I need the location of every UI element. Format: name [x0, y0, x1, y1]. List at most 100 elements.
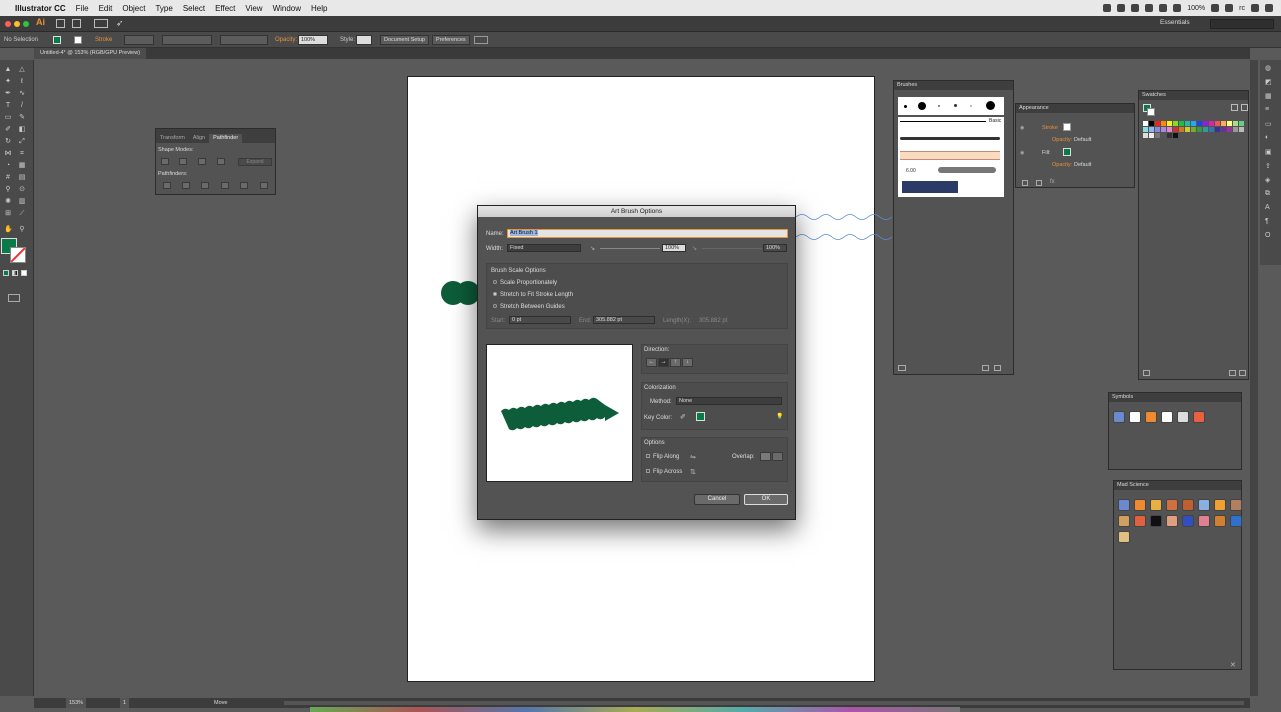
grid-view-icon[interactable] [1241, 104, 1248, 111]
zoom-window-button[interactable] [23, 21, 29, 27]
bristle-brush[interactable] [938, 167, 996, 173]
stroke-color-swatch[interactable] [10, 247, 26, 263]
direction-up-button[interactable]: ↑ [670, 358, 681, 367]
headphones-icon[interactable] [1145, 4, 1154, 12]
zoom-level-field[interactable]: 153% [66, 698, 87, 708]
symbol-splatter-icon[interactable] [1129, 411, 1141, 423]
notification-icon[interactable] [1103, 4, 1112, 12]
add-stroke-icon[interactable] [1022, 180, 1028, 186]
brush-dot-xl[interactable] [986, 101, 995, 110]
selection-tool-icon[interactable]: ▲ [4, 66, 12, 74]
battery-icon[interactable] [1211, 4, 1220, 12]
gradient-tool-icon[interactable]: ▤ [18, 174, 26, 182]
unite-button[interactable] [161, 158, 169, 165]
fill-attribute-swatch[interactable] [1063, 148, 1071, 156]
search-help-input[interactable] [1210, 19, 1274, 29]
swatches-stroke-indicator[interactable] [1147, 108, 1155, 116]
graphic-style-dropdown[interactable] [356, 35, 372, 45]
arrange-documents-icon[interactable] [94, 19, 108, 28]
intersect-button[interactable] [198, 158, 206, 165]
opacity-label[interactable]: Opacity: [275, 37, 297, 43]
slice-tool-icon[interactable]: ⟋ [18, 210, 26, 218]
direction-down-button[interactable]: ↓ [682, 358, 693, 367]
brush-dot-faint[interactable] [970, 105, 972, 107]
vertical-scrollbar[interactable] [1250, 60, 1258, 696]
stretch-between-guides-radio[interactable]: Stretch Between Guides [493, 304, 565, 310]
stroke-opacity-link[interactable]: Opacity: [1052, 137, 1072, 143]
character-panel-icon[interactable]: A [1265, 204, 1270, 211]
swatch-chip[interactable] [1209, 121, 1214, 126]
stroke-swatch[interactable] [74, 36, 82, 44]
workspace-switcher[interactable]: Essentials [1160, 19, 1190, 26]
direction-left-button[interactable]: ← [646, 358, 657, 367]
swatch-chip[interactable] [1173, 121, 1178, 126]
swatch-chip[interactable] [1155, 127, 1160, 132]
minus-front-button[interactable] [179, 158, 187, 165]
swatch-chip[interactable] [1197, 127, 1202, 132]
expand-button[interactable]: Expand [238, 158, 272, 166]
brush-dot-large[interactable] [918, 102, 926, 110]
flip-along-checkbox[interactable]: Flip Along [646, 454, 679, 460]
mad-science-symbol-icon[interactable] [1230, 499, 1242, 511]
close-panel-icon[interactable]: ✕ [1230, 661, 1236, 669]
wifi-icon[interactable] [1225, 4, 1234, 12]
max-width-percent-input[interactable]: 100% [763, 244, 787, 252]
gradient-panel-icon[interactable]: ▭ [1265, 120, 1272, 128]
add-fill-icon[interactable] [1036, 180, 1042, 186]
stroke-panel-icon[interactable]: ≡ [1265, 106, 1269, 113]
width-percent-input[interactable]: 100% [662, 244, 686, 252]
mad-science-symbol-icon[interactable] [1134, 499, 1146, 511]
free-transform-tool-icon[interactable]: ⌗ [18, 150, 26, 158]
start-input[interactable]: 0 pt [509, 316, 571, 324]
swatch-chip[interactable] [1209, 127, 1214, 132]
mad-science-symbol-icon[interactable] [1118, 515, 1130, 527]
shaper-tool-icon[interactable]: ✐ [4, 126, 12, 134]
app-menu[interactable]: Illustrator CC [10, 4, 71, 13]
menu-type[interactable]: Type [150, 4, 177, 13]
mad-science-symbol-icon[interactable] [1182, 499, 1194, 511]
menu-select[interactable]: Select [178, 4, 210, 13]
magic-wand-tool-icon[interactable]: ✦ [4, 78, 12, 86]
rotate-tool-icon[interactable]: ↻ [4, 138, 12, 146]
lasso-tool-icon[interactable]: ℓ [18, 78, 26, 86]
color-panel-icon[interactable]: ◍ [1265, 64, 1271, 72]
swatch-chip[interactable] [1239, 121, 1244, 126]
graphic-styles-icon[interactable]: ▣ [1265, 148, 1272, 156]
stretch-to-fit-radio[interactable]: Stretch to Fit Stroke Length [493, 292, 573, 298]
trim-button[interactable] [182, 182, 190, 189]
brush-dot-tiny[interactable] [938, 105, 940, 107]
mad-science-symbol-icon[interactable] [1150, 499, 1162, 511]
swatch-chip[interactable] [1203, 127, 1208, 132]
swatch-chip[interactable] [1143, 133, 1148, 138]
shape-builder-tool-icon[interactable]: ◔ [4, 162, 12, 170]
eyedropper-tool-icon[interactable]: ⚲ [4, 186, 12, 194]
swatch-chip[interactable] [1173, 127, 1178, 132]
horizontal-scrollbar[interactable] [284, 701, 1244, 705]
swatch-chip[interactable] [1227, 121, 1232, 126]
swatch-chip[interactable] [1215, 121, 1220, 126]
perspective-grid-tool-icon[interactable]: ▦ [18, 162, 26, 170]
list-view-icon[interactable] [1231, 104, 1238, 111]
brush-dot-medium[interactable] [954, 104, 957, 107]
swatch-chip[interactable] [1149, 127, 1154, 132]
column-graph-tool-icon[interactable]: ▥ [18, 198, 26, 206]
swatch-chip[interactable] [1143, 121, 1148, 126]
swatch-chip[interactable] [1149, 121, 1154, 126]
mad-science-symbol-icon[interactable] [1118, 499, 1130, 511]
stroke-weight-field[interactable] [124, 35, 154, 45]
wavy-stroke-path[interactable] [796, 210, 896, 244]
artboard-tool-icon[interactable]: ⊞ [4, 210, 12, 218]
swatch-chip[interactable] [1143, 127, 1148, 132]
mad-science-symbol-icon[interactable] [1166, 499, 1178, 511]
asset-export-icon[interactable]: ⇪ [1265, 162, 1271, 170]
exclude-button[interactable] [217, 158, 225, 165]
scale-tool-icon[interactable]: ⤢ [18, 138, 26, 146]
preferences-button[interactable]: Preferences [432, 35, 470, 45]
symbol-red-flower-icon[interactable] [1193, 411, 1205, 423]
visibility-eye-icon[interactable]: ◉ [1020, 125, 1024, 131]
brush-list[interactable]: Basic 6.00 [898, 117, 1004, 197]
opentype-panel-icon[interactable]: O [1265, 232, 1270, 239]
swatch-chip[interactable] [1167, 121, 1172, 126]
swatch-chip[interactable] [1239, 127, 1244, 132]
mad-science-symbol-icon[interactable] [1134, 515, 1146, 527]
